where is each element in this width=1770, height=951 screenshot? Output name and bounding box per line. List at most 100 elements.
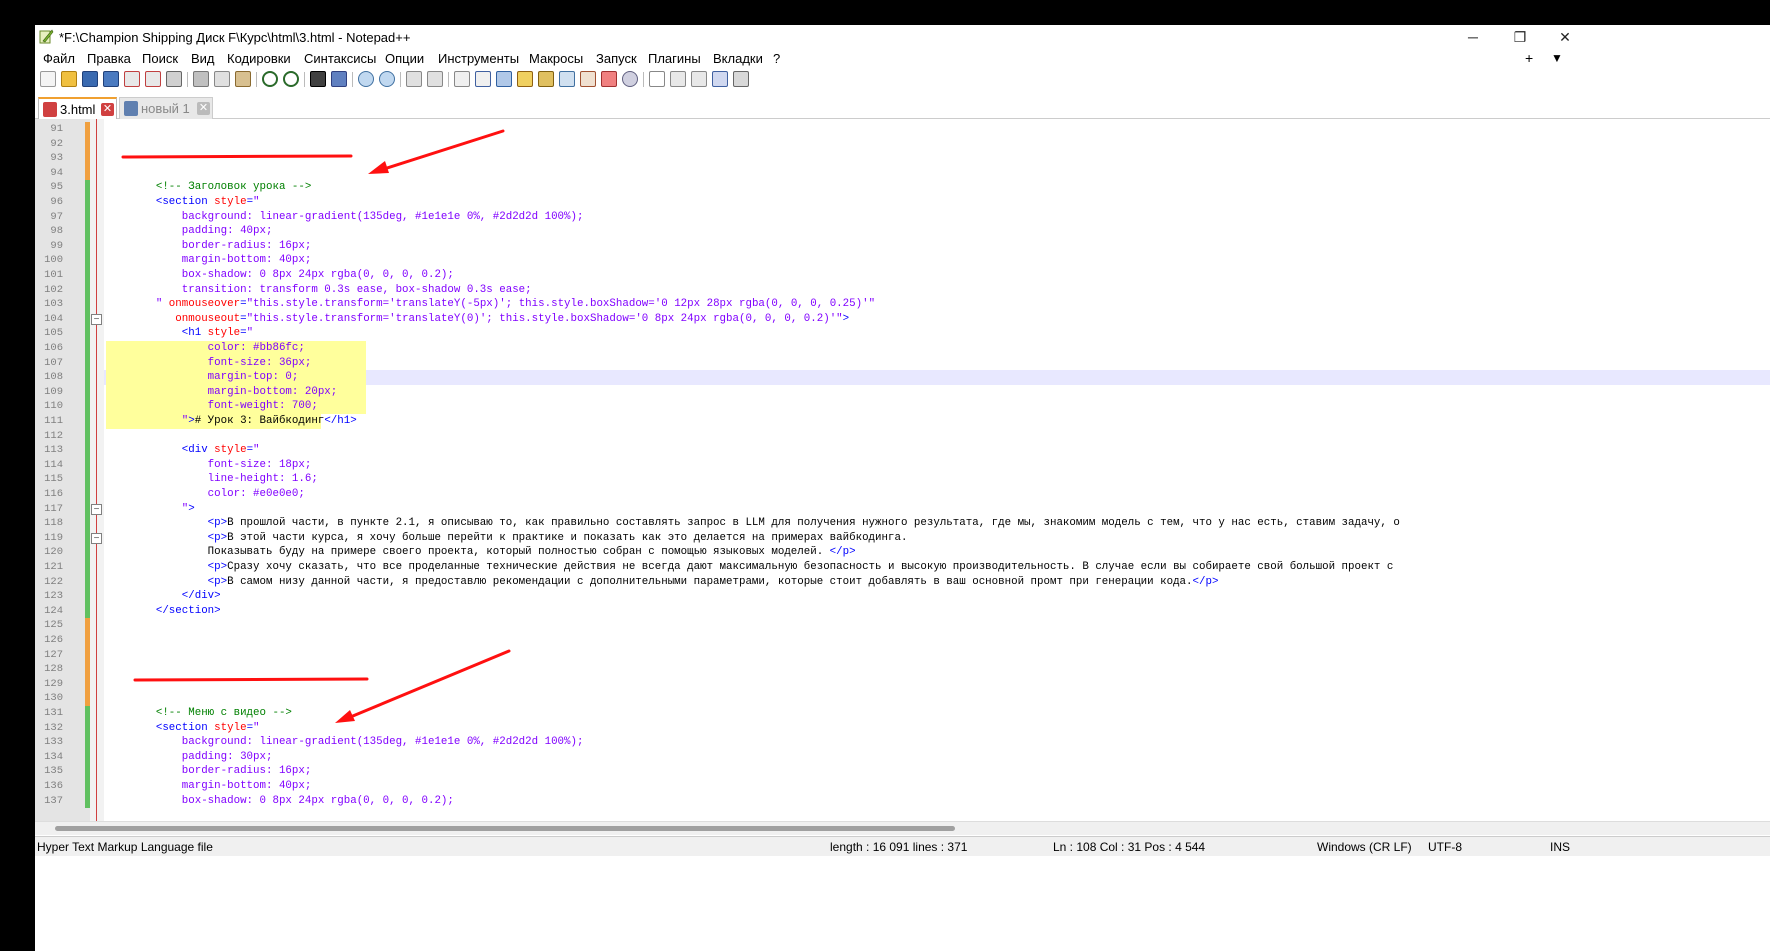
menu-window[interactable]: Вкладки — [713, 51, 763, 66]
code-token: <section — [104, 196, 215, 208]
code-line[interactable]: <!-- Заголовок урока --> — [104, 180, 312, 195]
code-line[interactable]: "># Урок 3: Вайбкодинг</h1> — [104, 414, 357, 429]
record-macro-icon[interactable] — [649, 71, 665, 87]
menu-tools[interactable]: Инструменты — [438, 51, 519, 66]
tab-3-html[interactable]: 3.html ✕ — [38, 97, 117, 119]
sync-vertical-icon[interactable] — [406, 71, 422, 87]
code-line[interactable]: " onmouseover="this.style.transform='tra… — [104, 297, 875, 312]
line-number: 107 — [44, 356, 63, 369]
new-tab-button[interactable]: + — [1525, 50, 1533, 66]
code-line[interactable]: transition: transform 0.3s ease, box-sha… — [104, 283, 532, 298]
code-line[interactable]: border-radius: 16px; — [104, 239, 312, 254]
paste-icon[interactable] — [235, 71, 251, 87]
code-line[interactable]: margin-bottom: 40px; — [104, 779, 312, 794]
menu-settings[interactable]: Опции — [385, 51, 424, 66]
redo-icon[interactable] — [283, 71, 299, 87]
code-line[interactable]: color: #e0e0e0; — [104, 487, 305, 502]
code-line[interactable]: box-shadow: 0 8px 24px rgba(0, 0, 0, 0.2… — [104, 268, 454, 283]
code-line[interactable]: <h1 style=" — [104, 326, 253, 341]
sync-horizontal-icon[interactable] — [427, 71, 443, 87]
menu-file[interactable]: Файл — [43, 51, 75, 66]
play-macro-icon[interactable] — [691, 71, 707, 87]
code-line[interactable]: <div style=" — [104, 443, 260, 458]
close-file-icon[interactable] — [124, 71, 140, 87]
text-area[interactable]: <!-- Заголовок урока --> <section style=… — [104, 119, 1770, 821]
code-line[interactable]: </div> — [104, 589, 221, 604]
copy-icon[interactable] — [214, 71, 230, 87]
cut-icon[interactable] — [193, 71, 209, 87]
code-line[interactable]: line-height: 1.6; — [104, 472, 318, 487]
code-line[interactable]: Показывать буду на примере своего проект… — [104, 545, 856, 560]
stop-macro-icon[interactable] — [670, 71, 686, 87]
code-line[interactable]: font-size: 36px; — [104, 356, 312, 371]
code-line[interactable]: font-size: 18px; — [104, 458, 312, 473]
close-tab-icon[interactable]: ✕ — [197, 102, 210, 115]
scrollbar-thumb[interactable] — [55, 826, 955, 831]
code-line[interactable]: padding: 30px; — [104, 750, 273, 765]
menu-search[interactable]: Поиск — [142, 51, 178, 66]
code-line[interactable]: font-weight: 700; — [104, 399, 318, 414]
restore-button[interactable]: ❐ — [1500, 27, 1540, 47]
menu-run[interactable]: Запуск — [596, 51, 637, 66]
tab-list-dropdown[interactable]: ▼ — [1551, 51, 1563, 65]
code-line[interactable]: padding: 40px; — [104, 224, 273, 239]
code-line[interactable]: background: linear-gradient(135deg, #1e1… — [104, 210, 584, 225]
zoom-out-icon[interactable] — [379, 71, 395, 87]
save-icon[interactable] — [82, 71, 98, 87]
code-line[interactable]: <section style=" — [104, 195, 260, 210]
print-icon[interactable] — [166, 71, 182, 87]
code-line[interactable]: <section style=" — [104, 721, 260, 736]
doc-map-icon[interactable] — [538, 71, 554, 87]
menu-macro[interactable]: Макросы — [529, 51, 583, 66]
fold-toggle-icon[interactable]: − — [91, 313, 102, 325]
code-line[interactable]: margin-bottom: 40px; — [104, 253, 312, 268]
close-all-icon[interactable] — [145, 71, 161, 87]
code-line[interactable]: "> — [104, 502, 195, 517]
menu-edit[interactable]: Правка — [87, 51, 131, 66]
close-tab-icon[interactable]: ✕ — [101, 103, 114, 116]
code-line[interactable]: <p>В самом низу данной части, я предоста… — [104, 575, 1219, 590]
menu-encoding[interactable]: Кодировки — [227, 51, 291, 66]
code-line[interactable]: margin-top: 0; — [104, 370, 299, 385]
new-file-icon[interactable] — [40, 71, 56, 87]
close-button[interactable]: ✕ — [1545, 27, 1585, 47]
doc-list-icon[interactable] — [559, 71, 575, 87]
code-line[interactable]: <p>В этой части курса, я хочу больше пер… — [104, 531, 908, 546]
function-list-icon[interactable] — [580, 71, 596, 87]
save-macro-icon[interactable] — [733, 71, 749, 87]
run-macro-multiple-icon[interactable] — [712, 71, 728, 87]
fold-toggle-icon[interactable]: − — [91, 532, 102, 544]
open-file-icon[interactable] — [61, 71, 77, 87]
tab-new-1[interactable]: новый 1 ✕ — [119, 97, 213, 119]
menu-language[interactable]: Синтаксисы — [304, 51, 376, 66]
folder-workspace-icon[interactable] — [601, 71, 617, 87]
word-wrap-icon[interactable] — [454, 71, 470, 87]
menu-plugins[interactable]: Плагины — [648, 51, 701, 66]
monitoring-icon[interactable] — [622, 71, 638, 87]
code-editor[interactable]: 91 92 93 94 95 96 97 98 99 100 101 102 103 104 105 106 1… — [35, 119, 1770, 821]
code-line[interactable]: <p>В прошлой части, в пункте 2.1, я опис… — [104, 516, 1400, 531]
code-line[interactable]: </section> — [104, 604, 221, 619]
horizontal-scrollbar[interactable] — [35, 821, 1770, 835]
code-line[interactable]: onmouseout="this.style.transform='transl… — [104, 312, 849, 327]
code-line[interactable]: border-radius: 16px; — [104, 764, 312, 779]
code-line[interactable]: <p>Сразу хочу сказать, что все проделанн… — [104, 560, 1394, 575]
code-line[interactable]: <!-- Меню с видео --> — [104, 706, 292, 721]
code-line[interactable]: color: #bb86fc; — [104, 341, 305, 356]
replace-icon[interactable] — [331, 71, 347, 87]
code-line[interactable]: margin-bottom: 20px; — [104, 385, 338, 400]
minimize-button[interactable]: ─ — [1453, 27, 1493, 47]
udl-icon[interactable] — [517, 71, 533, 87]
show-all-chars-icon[interactable] — [475, 71, 491, 87]
menu-view[interactable]: Вид — [191, 51, 215, 66]
fold-margin[interactable]: − − − — [90, 119, 104, 821]
menu-help[interactable]: ? — [773, 51, 780, 66]
code-line[interactable]: background: linear-gradient(135deg, #1e1… — [104, 735, 584, 750]
find-icon[interactable] — [310, 71, 326, 87]
undo-icon[interactable] — [262, 71, 278, 87]
code-line[interactable]: box-shadow: 0 8px 24px rgba(0, 0, 0, 0.2… — [104, 794, 454, 809]
indent-guide-icon[interactable] — [496, 71, 512, 87]
zoom-in-icon[interactable] — [358, 71, 374, 87]
save-all-icon[interactable] — [103, 71, 119, 87]
fold-toggle-icon[interactable]: − — [91, 503, 102, 515]
